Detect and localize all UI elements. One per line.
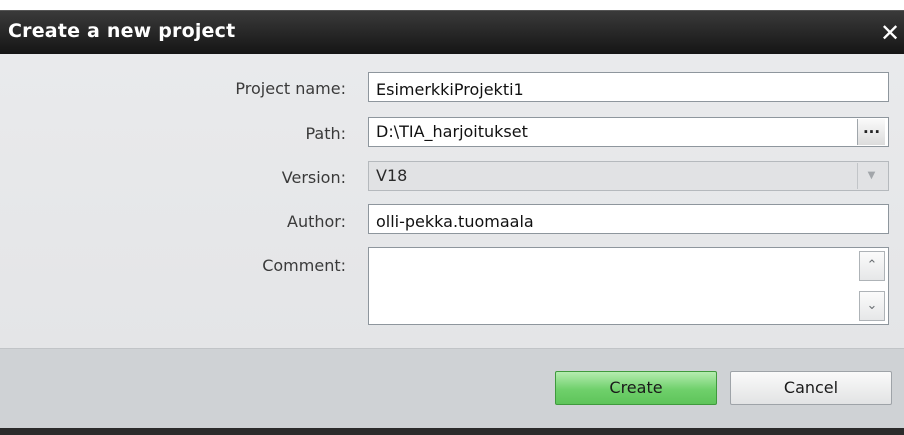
path-value: D:\TIA_harjoitukset (376, 122, 528, 141)
title-bar[interactable]: Create a new project ✕ (0, 10, 904, 54)
comment-textarea[interactable]: ⌃ ⌄ (368, 247, 889, 325)
path-field[interactable]: D:\TIA_harjoitukset ... (368, 117, 889, 147)
create-button[interactable]: Create (555, 371, 717, 405)
close-icon[interactable]: ✕ (880, 17, 904, 49)
cancel-button[interactable]: Cancel (730, 371, 892, 405)
author-input[interactable] (368, 204, 889, 234)
author-label: Author: (287, 212, 346, 231)
project-name-label: Project name: (235, 79, 346, 98)
version-value: V18 (376, 166, 408, 185)
dialog-title: Create a new project (8, 20, 236, 42)
scroll-up-icon[interactable]: ⌃ (859, 251, 885, 281)
browse-button[interactable]: ... (857, 119, 885, 145)
comment-label: Comment: (262, 256, 346, 275)
chevron-down-icon: ▼ (857, 163, 885, 189)
create-project-dialog: Create a new project ✕ Project name: Pat… (0, 0, 904, 435)
path-label: Path: (305, 124, 346, 143)
version-label: Version: (281, 168, 346, 187)
scroll-down-icon[interactable]: ⌄ (859, 291, 885, 321)
version-select: V18 ▼ (368, 161, 889, 191)
project-name-input[interactable] (368, 72, 889, 102)
bottom-border (0, 428, 904, 435)
